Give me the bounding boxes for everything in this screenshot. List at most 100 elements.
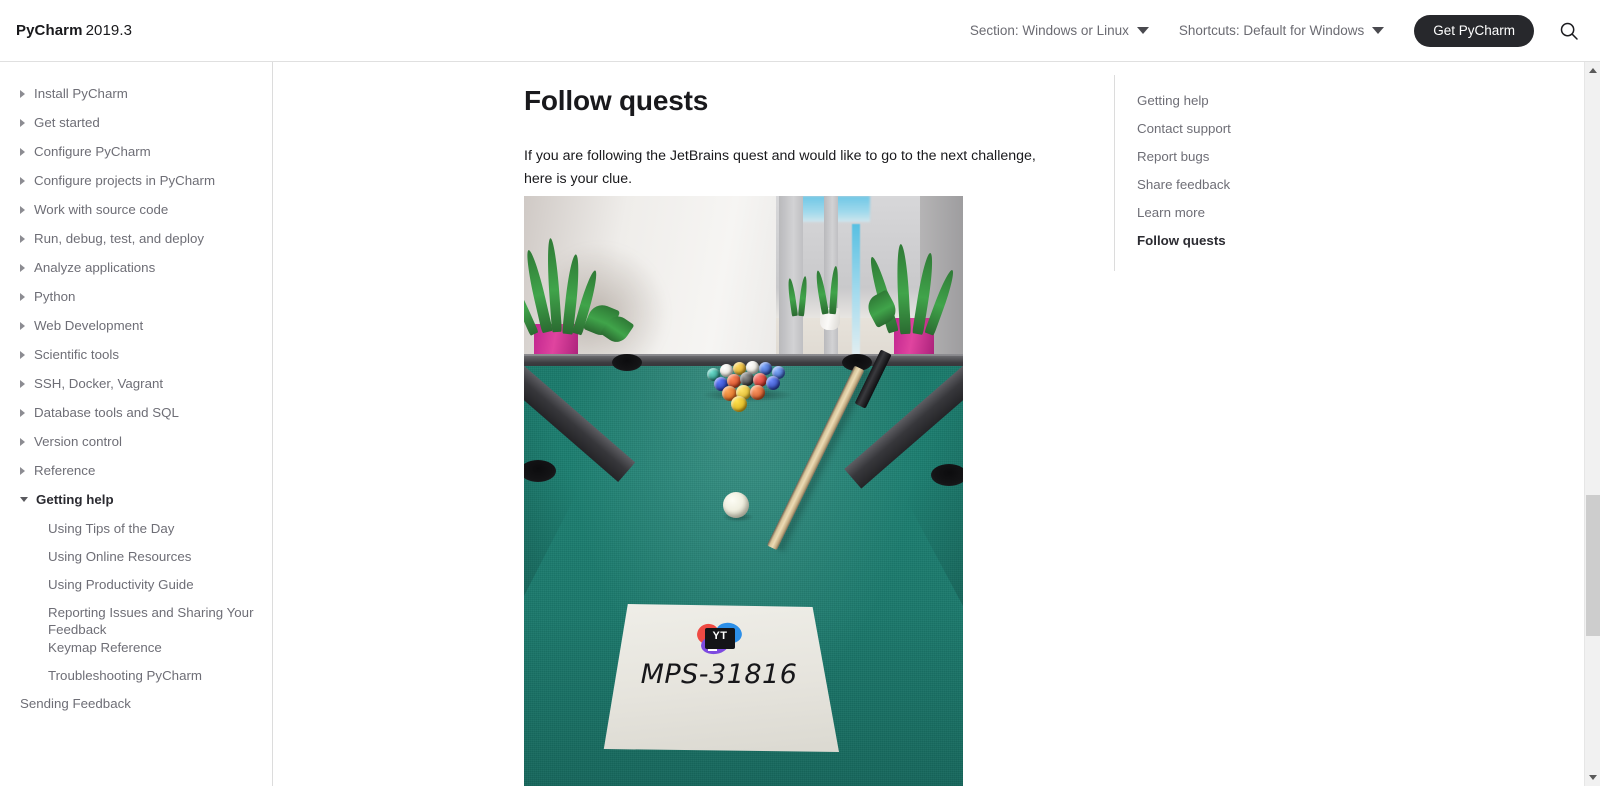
- toc-item-report-bugs[interactable]: Report bugs: [1137, 143, 1384, 171]
- chevron-right-icon[interactable]: [20, 264, 25, 272]
- site-header: PyCharm 2019.3 Section: Windows or Linux …: [0, 0, 1600, 62]
- chevron-right-icon[interactable]: [20, 322, 25, 330]
- sidebar-item-label: Troubleshooting PyCharm: [48, 668, 202, 683]
- chevron-up-icon: [1589, 68, 1597, 73]
- chevron-right-icon[interactable]: [20, 235, 25, 243]
- sidebar-item-ssh-docker-vagrant[interactable]: SSH, Docker, Vagrant: [0, 374, 272, 403]
- sidebar-item-analyze-applications[interactable]: Analyze applications: [0, 258, 272, 287]
- chevron-right-icon[interactable]: [20, 119, 25, 127]
- logo-underscore: [708, 649, 717, 651]
- table-pocket: [931, 464, 963, 486]
- cue-ball: [723, 492, 749, 518]
- toc-item-follow-quests[interactable]: Follow quests: [1137, 227, 1384, 255]
- article-paragraph: If you are following the JetBrains quest…: [524, 148, 1036, 187]
- chevron-right-icon[interactable]: [20, 380, 25, 388]
- table-pocket: [612, 354, 642, 371]
- toc-item-getting-help[interactable]: Getting help: [1137, 87, 1384, 115]
- main-content: Follow quests If you are following the J…: [273, 62, 1552, 786]
- sidebar-item-reference[interactable]: Reference: [0, 461, 272, 490]
- brand-version: 2019.3: [85, 22, 133, 39]
- scrollbar-thumb[interactable]: [1586, 495, 1600, 636]
- billiard-ball: [731, 396, 747, 412]
- corridor-doorway: [852, 224, 860, 356]
- chevron-right-icon[interactable]: [20, 206, 25, 214]
- chevron-right-icon[interactable]: [20, 438, 25, 446]
- sidebar-item-version-control[interactable]: Version control: [0, 432, 272, 461]
- chevron-right-icon[interactable]: [20, 177, 25, 185]
- sidebar-item-label: Reference: [34, 463, 96, 478]
- chevron-right-icon[interactable]: [20, 351, 25, 359]
- sidebar-item-configure-pycharm[interactable]: Configure PyCharm: [0, 142, 272, 171]
- sidebar-item-label: Web Development: [34, 318, 144, 333]
- sidebar-item-label: Install PyCharm: [34, 86, 128, 101]
- page-scrollbar[interactable]: [1584, 62, 1600, 786]
- scroll-up-button[interactable]: [1585, 62, 1600, 79]
- sidebar-navigation: Install PyCharm Get started Configure PyCh…: [0, 62, 273, 786]
- shortcuts-selector[interactable]: Shortcuts: Default for Windows: [1178, 23, 1385, 38]
- chevron-right-icon[interactable]: [20, 90, 25, 98]
- brand-product-name: PyCharm: [16, 22, 83, 39]
- chevron-down-icon[interactable]: [20, 497, 28, 502]
- sidebar-item-label: Reporting Issues and Sharing Your Feedba…: [48, 605, 254, 637]
- youtrack-logo-icon: YT: [694, 620, 745, 656]
- chevron-down-icon: [1136, 27, 1149, 34]
- sidebar-item-scientific-tools[interactable]: Scientific tools: [0, 345, 272, 374]
- scroll-down-button[interactable]: [1585, 769, 1600, 786]
- sidebar-item-install-pycharm[interactable]: Install PyCharm: [0, 84, 272, 113]
- chevron-right-icon[interactable]: [20, 409, 25, 417]
- paper-sign: YT MPS-31816: [603, 604, 839, 752]
- section-selector-label: Section: Windows or Linux: [969, 23, 1129, 38]
- chevron-right-icon[interactable]: [20, 148, 25, 156]
- paper-sign-content: YT MPS-31816: [604, 604, 839, 752]
- logo-badge-text: YT: [705, 628, 735, 649]
- sidebar-item-label: Get started: [34, 115, 100, 130]
- chevron-right-icon[interactable]: [20, 467, 25, 475]
- toc-item-share-feedback[interactable]: Share feedback: [1137, 171, 1384, 199]
- sidebar-item-web-development[interactable]: Web Development: [0, 316, 272, 345]
- search-icon: [1560, 22, 1578, 40]
- article: Follow quests If you are following the J…: [524, 75, 1084, 190]
- chevron-down-icon: [1372, 27, 1385, 34]
- sidebar-item-sending-feedback[interactable]: Sending Feedback: [0, 694, 272, 723]
- sidebar-item-run-debug-test-and-deploy[interactable]: Run, debug, test, and deploy: [0, 229, 272, 258]
- sidebar-item-label: Configure PyCharm: [34, 144, 151, 159]
- sidebar-item-label: Configure projects in PyCharm: [34, 173, 216, 188]
- sidebar-item-getting-help[interactable]: Getting help: [0, 490, 272, 519]
- photo-scene: YT MPS-31816: [524, 196, 963, 786]
- sidebar-item-label: SSH, Docker, Vagrant: [34, 376, 164, 391]
- chevron-right-icon[interactable]: [20, 293, 25, 301]
- billiard-ball: [740, 372, 754, 386]
- brand-logo[interactable]: PyCharm 2019.3: [16, 22, 132, 39]
- billiard-ball: [766, 376, 780, 390]
- sidebar-item-label: Python: [34, 289, 76, 304]
- sidebar-item-configure-projects-in-pycharm[interactable]: Configure projects in PyCharm: [0, 171, 272, 200]
- sidebar-item-database-tools-and-sql[interactable]: Database tools and SQL: [0, 403, 272, 432]
- sidebar-item-using-tips-of-the-day[interactable]: Using Tips of the Day: [0, 519, 272, 547]
- sidebar-item-troubleshooting-pycharm[interactable]: Troubleshooting PyCharm: [0, 666, 272, 694]
- sidebar-item-keymap-reference[interactable]: Keymap Reference: [0, 638, 272, 666]
- sidebar-item-label: Keymap Reference: [48, 640, 162, 655]
- page-title: Follow quests: [524, 85, 709, 116]
- header-controls: Section: Windows or Linux Shortcuts: Def…: [970, 0, 1600, 61]
- shortcuts-selector-label: Shortcuts: Default for Windows: [1178, 23, 1365, 38]
- sidebar-item-work-with-source-code[interactable]: Work with source code: [0, 200, 272, 229]
- sidebar-item-label: Using Tips of the Day: [48, 521, 175, 536]
- sidebar-item-using-online-resources[interactable]: Using Online Resources: [0, 547, 272, 575]
- sidebar-item-label: Analyze applications: [34, 260, 156, 275]
- sidebar-item-python[interactable]: Python: [0, 287, 272, 316]
- sidebar-item-label: Getting help: [36, 492, 114, 507]
- sidebar-item-label: Sending Feedback: [20, 696, 131, 711]
- get-pycharm-button[interactable]: Get PyCharm: [1414, 14, 1534, 47]
- sidebar-item-label: Run, debug, test, and deploy: [34, 231, 205, 246]
- billiard-ball: [750, 385, 765, 400]
- sidebar-item-reporting-issues-and-sharing-your-feedback[interactable]: Reporting Issues and Sharing Your Feedba…: [0, 603, 272, 638]
- toc-item-learn-more[interactable]: Learn more: [1137, 199, 1384, 227]
- page-table-of-contents: Getting help Contact support Report bugs Sh…: [1114, 75, 1384, 271]
- chevron-down-icon: [1589, 775, 1597, 780]
- toc-item-contact-support[interactable]: Contact support: [1137, 115, 1384, 143]
- section-selector[interactable]: Section: Windows or Linux: [970, 23, 1149, 38]
- sidebar-item-get-started[interactable]: Get started: [0, 113, 272, 142]
- search-button[interactable]: [1556, 18, 1582, 44]
- sidebar-item-label: Work with source code: [34, 202, 169, 217]
- sidebar-item-using-productivity-guide[interactable]: Using Productivity Guide: [0, 575, 272, 603]
